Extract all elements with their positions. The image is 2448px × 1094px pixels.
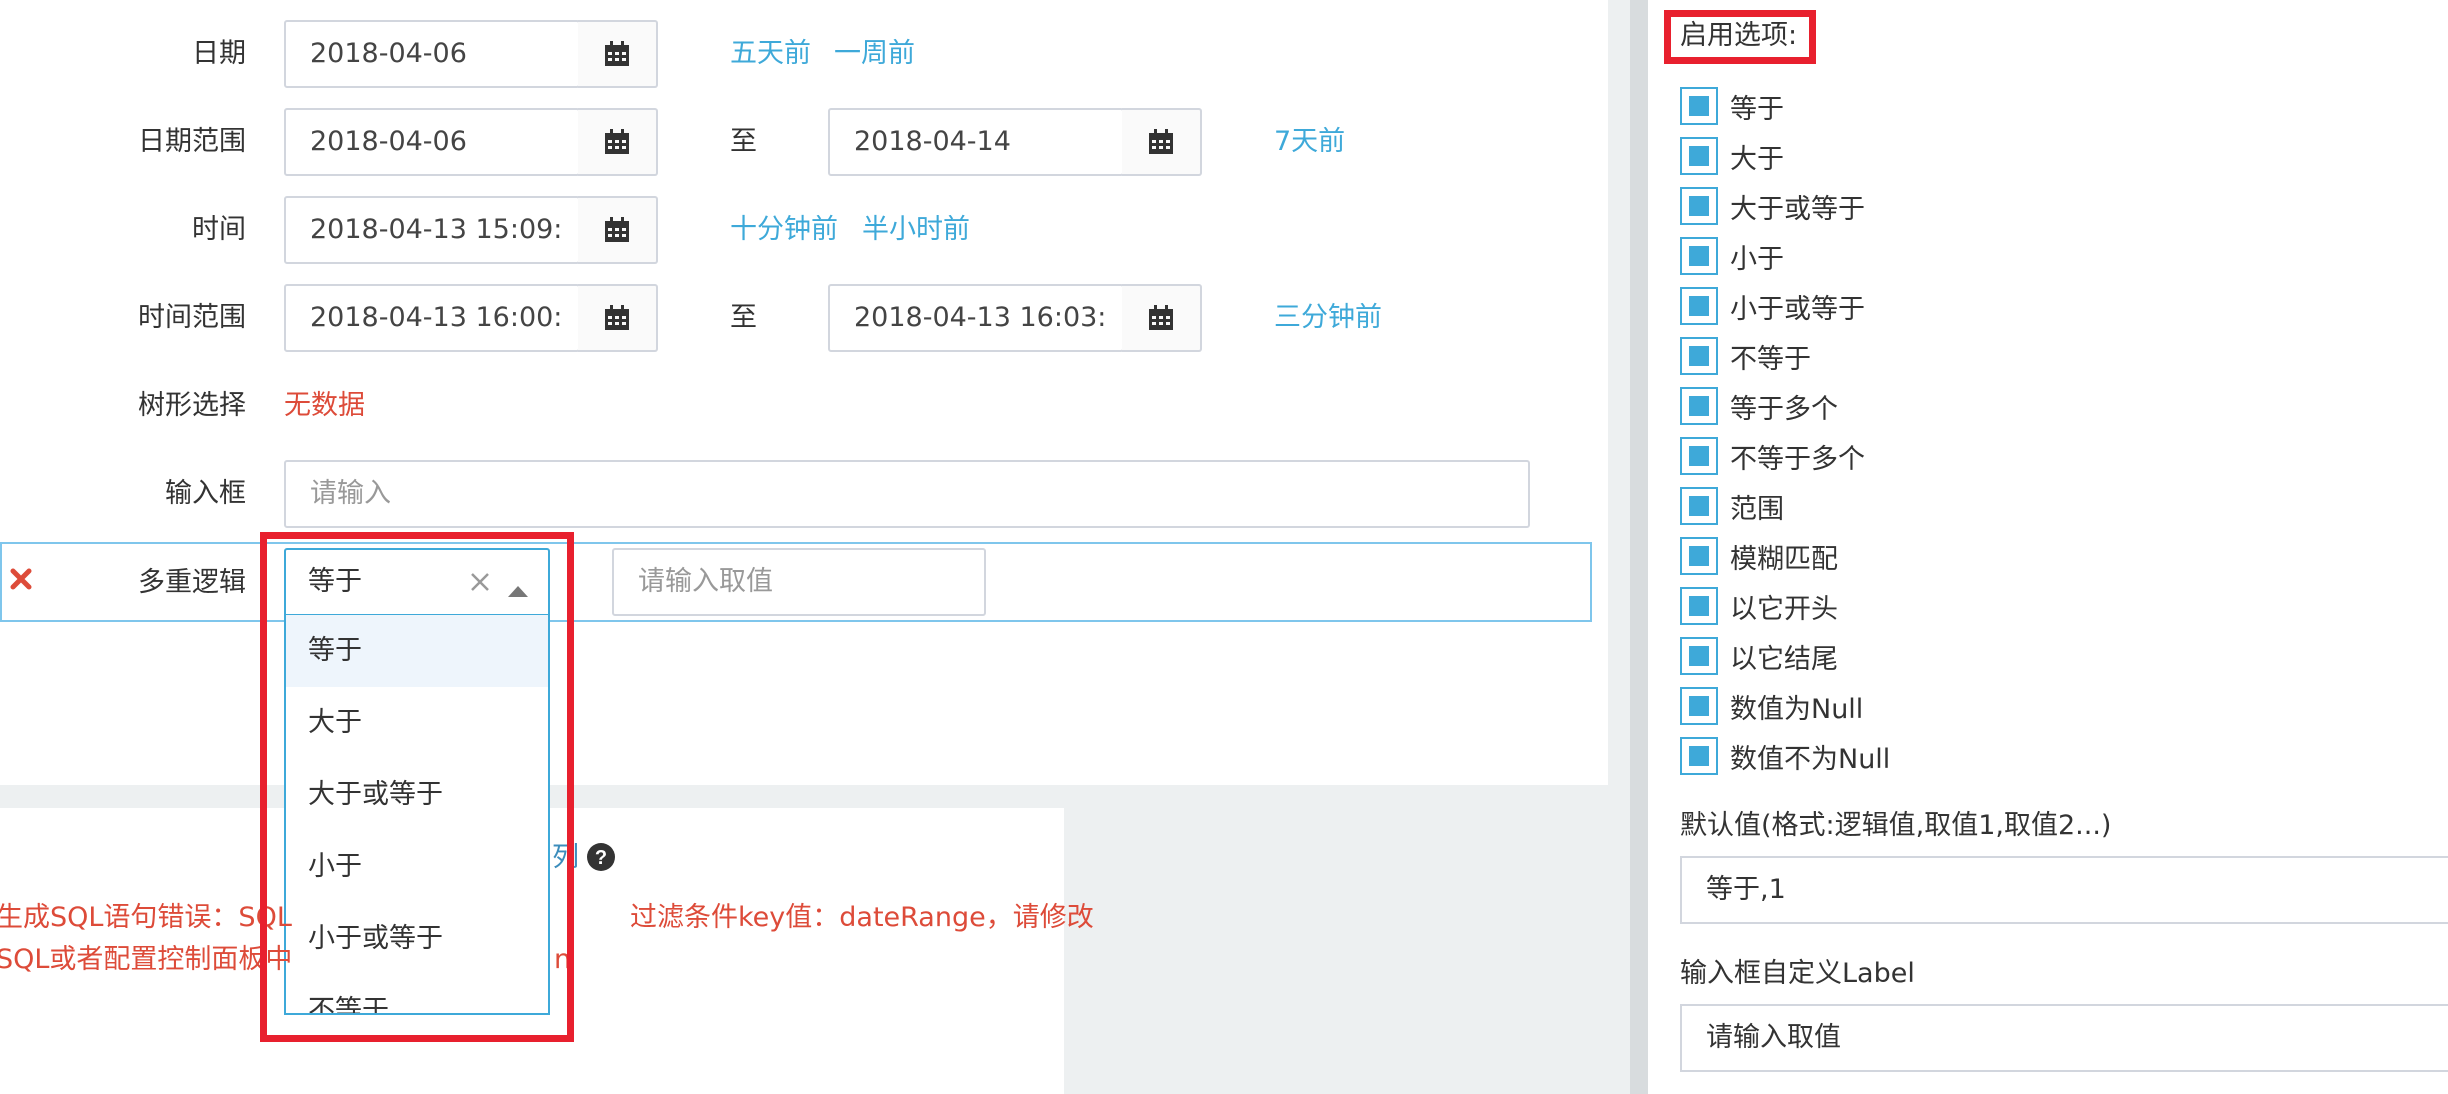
calendar-icon[interactable] [1122,284,1202,352]
option-checkbox-row[interactable]: 数值不为Null [1680,735,1890,777]
calendar-icon[interactable] [578,196,658,264]
range-separator: 至 [730,126,757,157]
range-separator: 至 [730,302,757,333]
shortcut-one-week-ago[interactable]: 一周前 [834,34,915,74]
time-range-start-input[interactable]: 2018-04-13 16:00: [284,284,580,352]
default-value-input[interactable]: 等于,1 [1680,856,2448,924]
checkbox[interactable] [1680,687,1718,725]
option-checkbox-row[interactable]: 不等于多个 [1680,435,1865,477]
shortcut-three-minutes-ago[interactable]: 三分钟前 [1274,298,1382,338]
date-range-end-input[interactable]: 2018-04-14 [828,108,1124,176]
time-label: 时间 [192,214,246,245]
shortcut-half-hour-ago[interactable]: 半小时前 [862,210,970,250]
option-label: 不等于 [1730,343,1811,375]
logic-value-input[interactable]: 请输入取值 [612,548,986,616]
option-checkbox-row[interactable]: 以它开头 [1680,585,1838,627]
panel-divider[interactable] [1630,0,1648,1094]
checkbox[interactable] [1680,287,1718,325]
checkbox[interactable] [1680,387,1718,425]
option-label: 小于 [1730,243,1784,275]
time-range-label: 时间范围 [138,302,246,333]
checkbox[interactable] [1680,587,1718,625]
option-checkbox-row[interactable]: 以它结尾 [1680,635,1838,677]
error-text-line1-start: 生成SQL语句错误：SQL [0,902,292,933]
option-label: 不等于多个 [1730,443,1865,475]
option-checkbox-row[interactable]: 范围 [1680,485,1784,527]
option-checkbox-row[interactable]: 数值为Null [1680,685,1863,727]
option-checkbox-row[interactable]: 大于 [1680,135,1784,177]
option-label: 以它结尾 [1730,643,1838,675]
input-label: 输入框 [165,478,246,509]
option-checkbox-row[interactable]: 模糊匹配 [1680,535,1838,577]
option-checkbox-row[interactable]: 小于或等于 [1680,285,1865,327]
error-text-line1-end: 过滤条件key值：dateRange，请修改 [630,902,1094,933]
date-range-start-input[interactable]: 2018-04-06 [284,108,580,176]
option-label: 等于多个 [1730,393,1838,425]
time-range-end-input[interactable]: 2018-04-13 16:03: [828,284,1124,352]
shortcut-ten-minutes-ago[interactable]: 十分钟前 [730,210,838,250]
option-label: 以它开头 [1730,593,1838,625]
text-input[interactable]: 请输入 [284,460,1530,528]
help-icon[interactable]: ? [586,842,616,879]
option-label: 模糊匹配 [1730,543,1838,575]
checkbox[interactable] [1680,637,1718,675]
option-label: 小于或等于 [1730,293,1865,325]
option-checkbox-row[interactable]: 等于多个 [1680,385,1838,427]
tree-select-empty: 无数据 [284,390,365,421]
option-label: 大于 [1730,143,1784,175]
calendar-icon[interactable] [578,20,658,88]
checkbox[interactable] [1680,137,1718,175]
checkbox[interactable] [1680,337,1718,375]
checkbox[interactable] [1680,737,1718,775]
highlight-frame-dropdown [260,532,574,1042]
option-label: 范围 [1730,493,1784,525]
date-label: 日期 [192,38,246,69]
default-value-label: 默认值(格式:逻辑值,取值1,取值2...) [1680,810,2112,841]
option-checkbox-row[interactable]: 不等于 [1680,335,1811,377]
calendar-icon[interactable] [578,108,658,176]
checkbox[interactable] [1680,87,1718,125]
shortcut-five-days-ago[interactable]: 五天前 [730,34,811,74]
tree-select-label: 树形选择 [138,390,246,421]
checkbox[interactable] [1680,437,1718,475]
date-input[interactable]: 2018-04-06 [284,20,580,88]
custom-label-input[interactable]: 请输入取值 [1680,1004,2448,1072]
enable-options-label: 启用选项: [1680,20,1798,51]
option-checkbox-row[interactable]: 等于 [1680,85,1784,127]
option-label: 大于或等于 [1730,193,1865,225]
date-range-label: 日期范围 [138,126,246,157]
option-label: 等于 [1730,93,1784,125]
calendar-icon[interactable] [1122,108,1202,176]
option-label: 数值不为Null [1730,743,1891,775]
svg-text:?: ? [595,847,607,869]
option-label: 数值为Null [1730,693,1864,725]
custom-label-label: 输入框自定义Label [1680,958,1915,989]
option-checkbox-row[interactable]: 小于 [1680,235,1784,277]
checkbox[interactable] [1680,537,1718,575]
error-text-line2-start: SQL或者配置控制面板中 [0,944,293,975]
checkbox[interactable] [1680,187,1718,225]
shortcut-seven-days-ago[interactable]: 7天前 [1274,122,1345,162]
time-input[interactable]: 2018-04-13 15:09: [284,196,580,264]
multi-logic-label: 多重逻辑 [138,567,246,598]
checkbox[interactable] [1680,237,1718,275]
checkbox[interactable] [1680,487,1718,525]
calendar-icon[interactable] [578,284,658,352]
option-checkbox-row[interactable]: 大于或等于 [1680,185,1865,227]
